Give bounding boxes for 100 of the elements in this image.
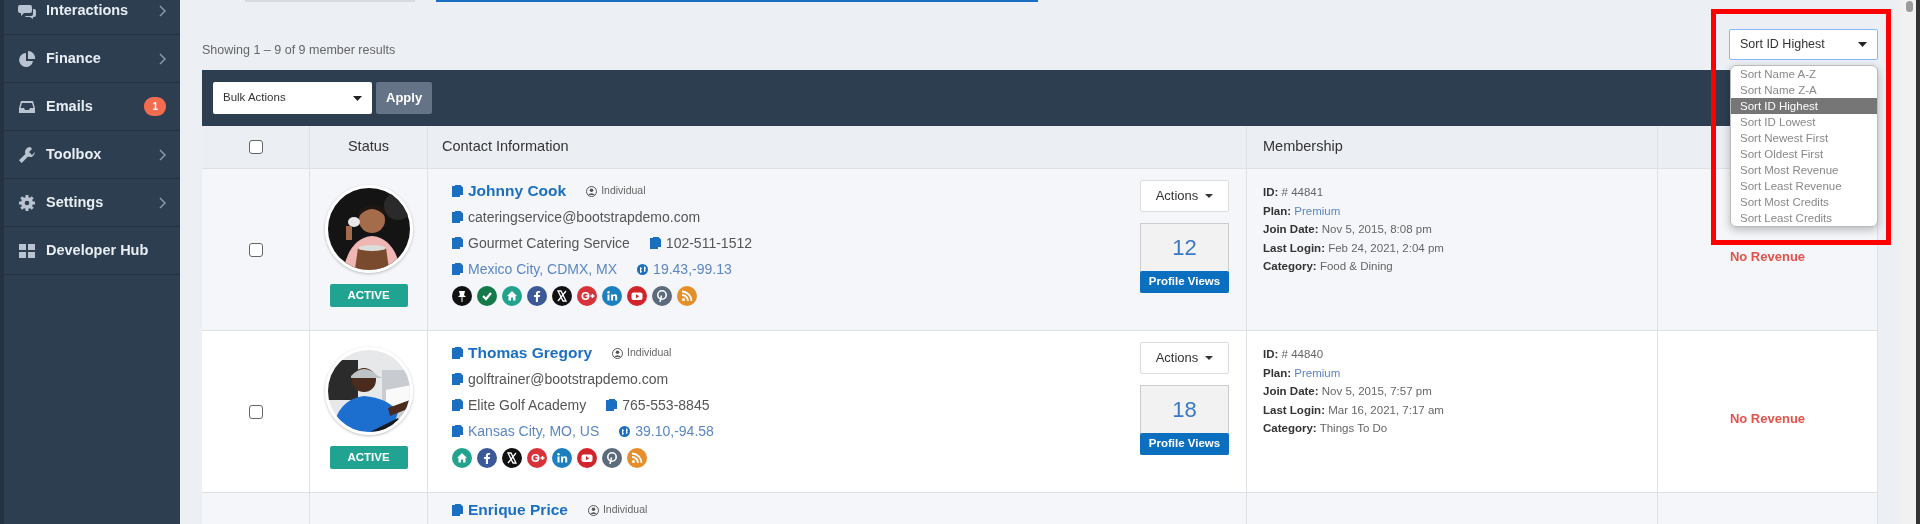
document-icon [452,504,463,516]
google-plus-icon[interactable] [577,286,597,306]
membership-detail: ID: # 44840 [1263,347,1325,362]
caret-down-icon [353,95,362,101]
caret-down-icon [1205,356,1214,360]
phone-number: 102-511-1512 [665,233,752,253]
document-icon [452,211,463,223]
member-name-link[interactable]: Thomas Gregory [468,341,593,365]
user-circle-icon [586,185,598,197]
column-header: Membership [1263,137,1343,157]
play-button-icon[interactable] [627,286,647,306]
pie-chart-icon [18,49,36,68]
linkedin-icon[interactable] [552,448,572,468]
membership-detail: Plan: Premium [1263,203,1342,219]
sidebar-item[interactable]: Developer Hub [4,227,180,275]
sort-option[interactable]: Sort Least Credits [1731,210,1877,226]
document-icon [606,399,618,411]
sidebar-item[interactable]: Toolbox [4,131,180,179]
column-header: Contact Information [442,137,569,157]
user-circle-icon [612,347,624,359]
sidebar-item[interactable]: Interactions [4,0,180,35]
pushpin-icon[interactable] [452,286,472,306]
rss-icon[interactable] [677,286,697,306]
membership-detail: Join Date: Nov 5, 2015, 7:57 pm [1263,384,1433,399]
wrench-icon [18,145,36,164]
grid-icon [18,241,36,260]
gear-icon [18,193,36,212]
actions-dropdown[interactable]: Actions [1140,180,1229,212]
pin-circle-icon[interactable] [602,448,622,468]
location-link[interactable]: Kansas City, MO, US [468,420,600,442]
location-link[interactable]: Mexico City, CDMX, MX [468,258,618,280]
checkbox[interactable] [248,404,263,419]
pin-circle-icon[interactable] [652,286,672,306]
membership-detail: Category: Food & Dining [1263,259,1394,274]
revenue-status: No Revenue [1729,409,1806,428]
rss-icon[interactable] [627,448,647,468]
sort-option[interactable]: Sort Name Z-A [1731,82,1877,98]
member-name-link[interactable]: Johnny Cook [468,179,567,203]
email-text: cateringservice@bootstrapdemo.com [468,207,701,227]
document-icon [452,425,463,437]
check-icon[interactable] [477,286,497,306]
sidebar-item[interactable]: Emails 1 [4,83,180,131]
company-name: Elite Golf Academy [468,395,587,415]
membership-detail: Join Date: Nov 5, 2015, 8:08 pm [1263,222,1433,237]
membership-detail: ID: # 44841 [1263,185,1325,200]
column-header: Status [347,137,390,157]
document-icon [649,237,661,249]
sort-option[interactable]: Sort Name A-Z [1731,66,1877,82]
apply-button[interactable]: Apply [376,82,433,114]
checkbox[interactable] [248,242,263,257]
document-icon [452,399,463,411]
coordinates-link[interactable]: 39.10,-94.58 [635,420,714,442]
home-icon[interactable] [502,286,522,306]
count-badge: 1 [144,97,166,116]
phone-number: 765-553-8845 [622,395,710,415]
user-circle-icon [587,504,599,516]
actions-dropdown[interactable]: Actions [1140,342,1229,374]
facebook-icon[interactable] [477,448,497,468]
x-logo-icon[interactable] [502,448,522,468]
sort-option[interactable]: Sort Oldest First [1731,146,1877,162]
bulk-actions-dropdown[interactable]: Bulk Actions [213,82,372,114]
x-logo-icon[interactable] [552,286,572,306]
google-plus-icon[interactable] [527,448,547,468]
status-badge: ACTIVE [329,446,408,469]
document-icon [452,347,463,359]
document-icon [452,373,463,385]
sort-option[interactable]: Sort Newest First [1731,130,1877,146]
checkbox[interactable] [248,140,263,154]
membership-detail: Category: Things To Do [1263,421,1389,436]
company-name: Gourmet Catering Service [468,233,630,253]
document-icon [452,263,463,275]
scrollbar[interactable] [1900,0,1920,524]
sort-option[interactable]: Sort Most Revenue [1731,162,1877,178]
play-button-icon[interactable] [577,448,597,468]
home-icon[interactable] [452,448,472,468]
member-type: Individual [602,502,648,518]
sort-dropdown[interactable]: Sort ID Highest [1729,29,1878,60]
results-summary: Showing 1 – 9 of 9 member results [202,42,396,59]
member-name-link[interactable]: Enrique Price [468,498,568,522]
facebook-icon[interactable] [527,286,547,306]
sort-option[interactable]: Sort Least Revenue [1731,178,1877,194]
revenue-status: No Revenue [1729,247,1806,266]
sort-option[interactable]: Sort ID Lowest [1731,114,1877,130]
email-text: golftrainer@bootstrapdemo.com [468,369,669,389]
globe-icon [619,425,631,437]
coordinates-link[interactable]: 19.43,-99.13 [653,258,732,280]
document-icon [452,237,463,249]
caret-down-icon [1205,194,1214,198]
views-label: Profile Views [1140,271,1229,293]
membership-detail: Plan: Premium [1263,365,1342,381]
sidebar-item[interactable]: Settings [4,179,180,227]
views-count: 12 [1171,234,1198,262]
views-count: 18 [1171,396,1198,424]
globe-icon [637,263,649,275]
sidebar-item[interactable]: Finance [4,35,180,83]
membership-detail: Last Login: Mar 16, 2021, 7:17 am [1263,402,1445,418]
sort-option[interactable]: Sort Most Credits [1731,194,1877,210]
sort-option[interactable]: Sort ID Highest [1731,98,1877,114]
linkedin-icon[interactable] [602,286,622,306]
scrollbar-thumb[interactable] [1906,1,1913,12]
